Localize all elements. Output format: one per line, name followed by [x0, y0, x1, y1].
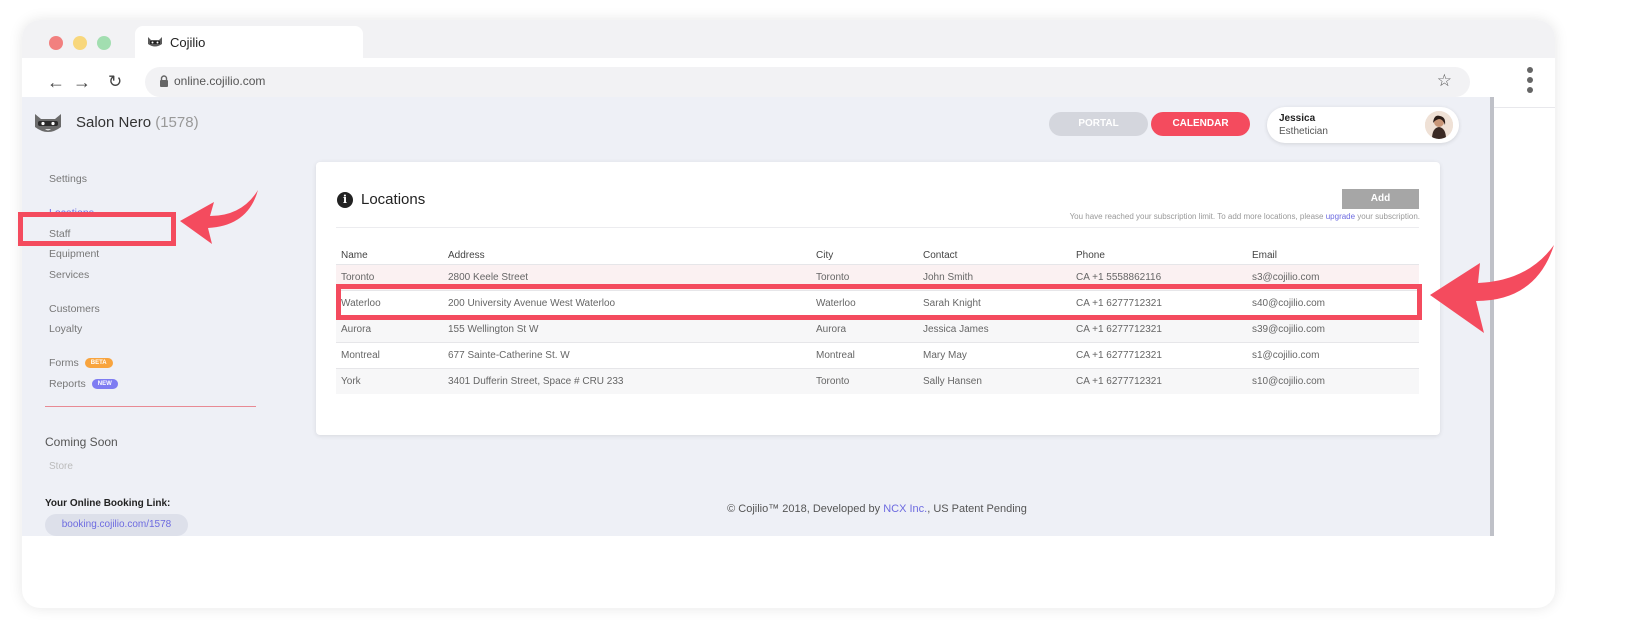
column-header-address[interactable]: Address: [443, 248, 811, 264]
table-row[interactable]: York 3401 Dufferin Street, Space # CRU 2…: [336, 367, 1419, 394]
title-divider: [336, 227, 1419, 228]
locations-table: Name Address City Contact Phone Email To…: [336, 248, 1419, 394]
toronto-row-highlight-box: [336, 284, 1422, 320]
locations-highlight-box: [18, 212, 176, 246]
footer-prefix: © Cojilio™ 2018, Developed by: [727, 503, 884, 515]
page-footer: © Cojilio™ 2018, Developed by NCX Inc., …: [22, 503, 1492, 515]
sidebar-item-store: Store: [49, 461, 73, 472]
calendar-button[interactable]: CALENDAR: [1151, 112, 1250, 136]
url-text: online.cojilio.com: [174, 74, 266, 88]
salon-name-text: Salon Nero: [76, 114, 152, 131]
cell-contact: Sally Hansen: [918, 367, 1071, 394]
ncx-link[interactable]: NCX Inc.: [883, 503, 927, 515]
limit-note-prefix: You have reached your subscription limit…: [1069, 212, 1326, 221]
salon-name: Salon Nero (1578): [76, 114, 199, 131]
cell-email: s1@cojilio.com: [1247, 341, 1419, 368]
table-row[interactable]: Montreal 677 Sainte-Catherine St. W Mont…: [336, 341, 1419, 368]
column-header-name[interactable]: Name: [336, 248, 443, 264]
sidebar-item-customers[interactable]: Customers: [49, 303, 100, 315]
cell-name: York: [336, 367, 443, 394]
sidebar-item-equipment[interactable]: Equipment: [49, 248, 99, 260]
booking-link[interactable]: booking.cojilio.com/1578: [45, 514, 188, 536]
coming-soon-heading: Coming Soon: [45, 435, 118, 449]
cell-phone: CA +1 6277712321: [1071, 341, 1247, 368]
column-header-phone[interactable]: Phone: [1071, 248, 1247, 264]
salon-id: (1578): [155, 114, 199, 131]
avatar: [1425, 111, 1453, 139]
address-bar[interactable]: online.cojilio.com ☆: [145, 67, 1470, 97]
cell-name: Montreal: [336, 341, 443, 368]
kebab-menu-icon[interactable]: [1527, 67, 1533, 97]
maximize-window-button[interactable]: [97, 36, 111, 50]
curved-arrow-left-icon: [180, 190, 258, 244]
add-location-button[interactable]: Add: [1342, 189, 1419, 209]
new-badge: NEW: [91, 379, 118, 390]
limit-note-suffix: your subscription.: [1355, 212, 1420, 221]
sidebar-item-label: Reports: [49, 378, 86, 390]
user-role: Esthetician: [1279, 126, 1328, 137]
browser-tab[interactable]: Cojilio: [135, 26, 363, 60]
cell-address: 3401 Dufferin Street, Space # CRU 233: [443, 367, 811, 394]
user-name: Jessica: [1279, 113, 1316, 124]
cell-city: Montreal: [811, 341, 918, 368]
raccoon-favicon-icon: [148, 37, 162, 47]
lock-icon: [160, 75, 168, 87]
portal-button[interactable]: PORTAL: [1049, 112, 1148, 136]
sidebar-item-settings[interactable]: Settings: [49, 173, 87, 185]
column-header-email[interactable]: Email: [1247, 248, 1419, 264]
close-window-button[interactable]: [49, 36, 63, 50]
minimize-window-button[interactable]: [73, 36, 87, 50]
arrow-right-icon[interactable]: →: [73, 72, 91, 92]
upgrade-link[interactable]: upgrade: [1326, 212, 1355, 221]
sidebar-item-reports[interactable]: Reports NEW: [49, 378, 118, 390]
star-icon[interactable]: ☆: [1437, 71, 1452, 91]
sidebar-item-label: Forms: [49, 357, 79, 369]
cell-phone: CA +1 6277712321: [1071, 367, 1247, 394]
curved-arrow-right-icon: [1430, 245, 1554, 333]
sidebar-item-loyalty[interactable]: Loyalty: [49, 323, 82, 335]
cell-city: Toronto: [811, 367, 918, 394]
reload-icon[interactable]: ↻: [108, 72, 122, 92]
cell-address: 677 Sainte-Catherine St. W: [443, 341, 811, 368]
arrow-left-icon[interactable]: ←: [47, 72, 65, 92]
beta-badge: BETA: [84, 358, 113, 369]
sidebar-divider: [45, 406, 256, 407]
subscription-limit-note: You have reached your subscription limit…: [1070, 212, 1420, 221]
column-header-contact[interactable]: Contact: [918, 248, 1071, 264]
sidebar-item-forms[interactable]: Forms BETA: [49, 357, 113, 369]
cell-email: s10@cojilio.com: [1247, 367, 1419, 394]
raccoon-logo-icon: [35, 114, 61, 132]
footer-suffix: , US Patent Pending: [927, 503, 1027, 515]
cell-contact: Mary May: [918, 341, 1071, 368]
tab-title: Cojilio: [170, 35, 206, 50]
info-icon: i: [337, 192, 353, 208]
column-header-city[interactable]: City: [811, 248, 918, 264]
sidebar-item-services[interactable]: Services: [49, 269, 89, 281]
page-title: Locations: [361, 191, 426, 208]
table-header-row: Name Address City Contact Phone Email: [336, 248, 1419, 264]
user-profile-card[interactable]: Jessica Esthetician: [1267, 107, 1459, 143]
browser-tab-bar: Cojilio: [22, 20, 1555, 60]
